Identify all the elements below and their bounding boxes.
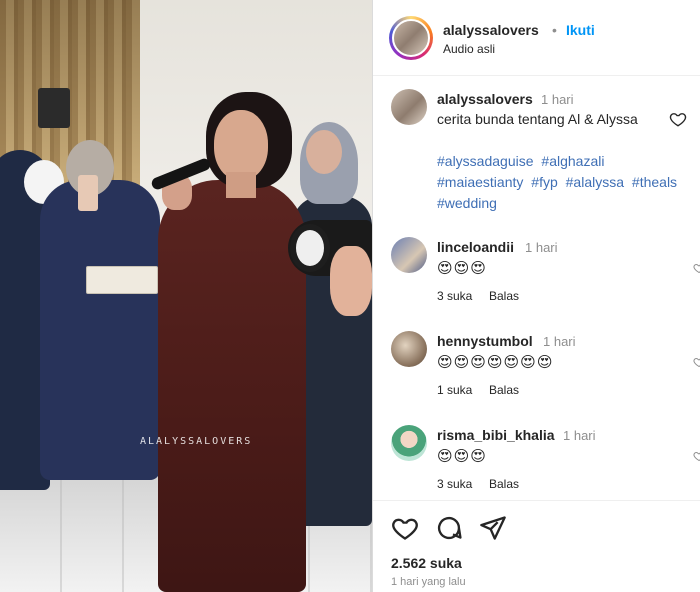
comment-item: hennystumbol 1 hari 😍😍😍😍😍😍😍 1 suka Balas <box>373 331 700 411</box>
hashtag-link[interactable]: #alghazali <box>541 153 604 169</box>
hashtag-link[interactable]: #theals <box>632 174 677 190</box>
comment-text: 😍😍😍 <box>437 260 487 277</box>
comment-likes[interactable]: 1 suka <box>437 383 472 397</box>
speaker-background <box>38 88 70 128</box>
comment-time: 1 hari <box>525 240 558 255</box>
hashtag-link[interactable]: #alalyssa <box>566 174 624 190</box>
post-video[interactable]: ALALYSSALOVERS <box>0 0 372 592</box>
caption-username[interactable]: alalyssalovers <box>437 91 533 107</box>
caption-heart-icon[interactable] <box>669 110 687 128</box>
caption-text: cerita bunda tentang Al & Alyssa <box>437 111 638 127</box>
divider <box>373 500 700 501</box>
singer-neck <box>226 172 256 198</box>
guest-clutch-bag <box>86 266 158 294</box>
comment-icon[interactable] <box>435 514 463 542</box>
hashtag-link[interactable]: #alyssadaguise <box>437 153 534 169</box>
camera-lens <box>290 224 330 272</box>
comment-username[interactable]: risma_bibi_khalia <box>437 427 555 443</box>
comment-likes[interactable]: 3 suka <box>437 289 472 303</box>
follow-button[interactable]: Ikuti <box>566 22 595 38</box>
guest-navy-dress <box>40 180 160 480</box>
comment-avatar[interactable] <box>391 331 427 367</box>
comment-avatar[interactable] <box>391 425 427 461</box>
comment-avatar[interactable] <box>391 237 427 273</box>
comment-heart-icon[interactable] <box>693 261 700 275</box>
singer-dress <box>158 180 306 592</box>
comment-item: risma_bibi_khalia 1 hari 😍😍😍 3 suka Bala… <box>373 425 700 505</box>
header-username[interactable]: alalyssalovers <box>443 22 539 38</box>
comment-likes[interactable]: 3 suka <box>437 477 472 491</box>
reply-button[interactable]: Balas <box>489 289 519 303</box>
hashtag-link[interactable]: #fyp <box>531 174 557 190</box>
post-header: alalyssalovers • Ikuti Audio asli <box>373 0 700 76</box>
audio-link[interactable]: Audio asli <box>443 42 495 56</box>
photographer-hand <box>330 246 372 316</box>
comment-text: 😍😍😍😍😍😍😍 <box>437 354 554 371</box>
comment-username[interactable]: linceloandii <box>437 239 514 255</box>
guest-phone <box>78 175 98 211</box>
avatar[interactable] <box>392 19 430 57</box>
singer-face <box>214 110 268 180</box>
share-icon[interactable] <box>479 514 507 542</box>
caption-time: 1 hari <box>541 92 574 107</box>
reply-button[interactable]: Balas <box>489 477 519 491</box>
post-date: 1 hari yang lalu <box>391 576 466 588</box>
comment-heart-icon[interactable] <box>693 355 700 369</box>
guest-right-face <box>306 130 342 174</box>
comment-heart-icon[interactable] <box>693 449 700 463</box>
comment-time: 1 hari <box>543 334 576 349</box>
comment-username[interactable]: hennystumbol <box>437 333 533 349</box>
hashtag-link[interactable]: #maiaestianty <box>437 174 523 190</box>
comment-time: 1 hari <box>563 428 596 443</box>
post-panel: alalyssalovers • Ikuti Audio asli alalys… <box>372 0 700 592</box>
hashtag-link[interactable]: #wedding <box>437 195 497 211</box>
hashtag-list: #alyssadaguise #alghazali #maiaestianty … <box>437 151 687 214</box>
reply-button[interactable]: Balas <box>489 383 519 397</box>
video-watermark: ALALYSSALOVERS <box>140 436 253 447</box>
comment-text: 😍😍😍 <box>437 448 487 465</box>
separator-dot: • <box>552 22 557 38</box>
heart-icon[interactable] <box>391 514 419 542</box>
comment-item: linceloandii 1 hari 😍😍😍 3 suka Balas <box>373 237 700 317</box>
likes-count[interactable]: 2.562 suka <box>391 555 462 571</box>
caption-avatar[interactable] <box>391 89 427 125</box>
